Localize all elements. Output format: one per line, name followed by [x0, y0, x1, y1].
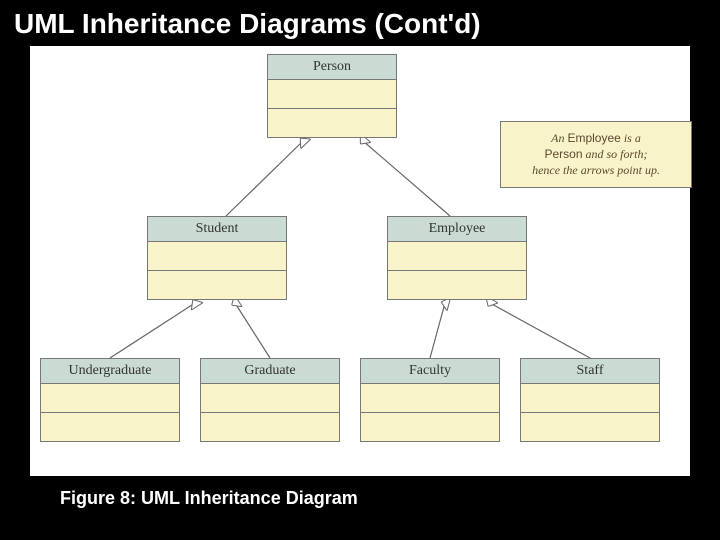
class-name: Staff: [521, 359, 659, 384]
class-box-staff: Staff: [520, 358, 660, 442]
class-name: Employee: [388, 217, 526, 242]
class-name: Undergraduate: [41, 359, 179, 384]
class-attributes: [201, 384, 339, 413]
diagram-canvas: Person An Employee is a Person and so fo…: [30, 46, 690, 476]
class-attributes: [41, 384, 179, 413]
slide-title: UML Inheritance Diagrams (Cont'd): [0, 0, 720, 46]
figure-caption: Figure 8: UML Inheritance Diagram: [0, 476, 720, 521]
class-attributes: [268, 80, 396, 109]
class-box-graduate: Graduate: [200, 358, 340, 442]
class-attributes: [361, 384, 499, 413]
class-box-faculty: Faculty: [360, 358, 500, 442]
class-name: Student: [148, 217, 286, 242]
class-attributes: [148, 242, 286, 271]
class-methods: [148, 271, 286, 299]
class-methods: [388, 271, 526, 299]
class-box-employee: Employee: [387, 216, 527, 300]
class-methods: [521, 413, 659, 441]
class-box-student: Student: [147, 216, 287, 300]
annotation-note: An Employee is a Person and so forth; he…: [500, 121, 692, 188]
class-box-undergraduate: Undergraduate: [40, 358, 180, 442]
class-attributes: [521, 384, 659, 413]
class-methods: [41, 413, 179, 441]
class-methods: [361, 413, 499, 441]
class-name: Faculty: [361, 359, 499, 384]
class-box-person: Person: [267, 54, 397, 138]
class-name: Graduate: [201, 359, 339, 384]
class-methods: [268, 109, 396, 137]
class-methods: [201, 413, 339, 441]
class-attributes: [388, 242, 526, 271]
class-name: Person: [268, 55, 396, 80]
